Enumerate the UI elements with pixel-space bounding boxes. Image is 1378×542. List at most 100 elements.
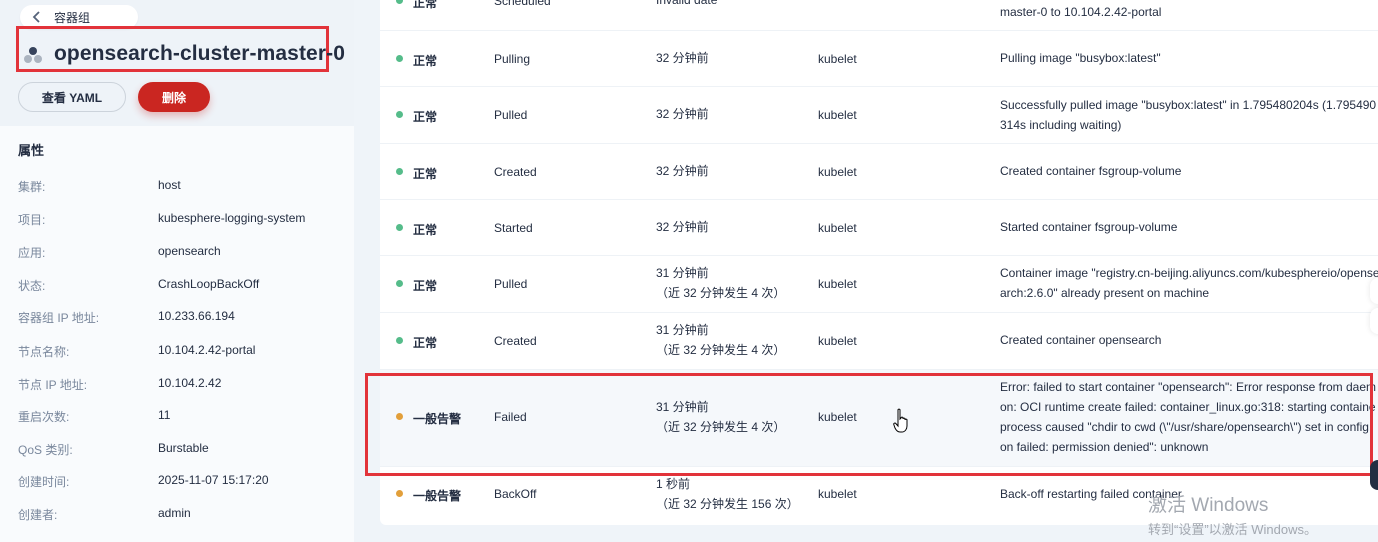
event-message-line: 314s including waiting)	[1000, 118, 1122, 132]
properties-heading: 属性	[18, 143, 45, 158]
event-source: kubelet	[818, 221, 857, 235]
page-title: opensearch-cluster-master-0	[54, 42, 345, 65]
property-key: 创建者:	[18, 508, 58, 522]
table-row: 正常 Started 32 分钟前 kubelet Started contai…	[380, 200, 1378, 256]
table-row: 正常 Pulled 31 分钟前 （近 32 分钟发生 4 次） kubelet …	[380, 256, 1378, 313]
pod-icon	[23, 45, 43, 65]
property-key: 项目:	[18, 213, 46, 227]
chevron-left-icon	[32, 11, 44, 23]
table-row: 正常 Created 32 分钟前 kubelet Created contai…	[380, 144, 1378, 200]
event-age-line: 31 分钟前	[656, 266, 709, 280]
event-type: 正常	[413, 0, 438, 10]
status-dot	[396, 280, 403, 287]
event-type: 正常	[413, 223, 438, 237]
property-value: kubesphere-logging-system	[158, 211, 306, 225]
event-type: 正常	[413, 167, 438, 181]
property-key: QoS 类别:	[18, 443, 73, 457]
status-dot	[396, 490, 403, 497]
event-message-line: arch:2.6.0" already present on machine	[1000, 286, 1210, 300]
property-value: admin	[158, 506, 191, 520]
event-source: kubelet	[818, 52, 857, 66]
event-reason: Pulled	[494, 277, 528, 291]
event-age: 32 分钟前	[656, 220, 709, 234]
event-age: 1 秒前 （近 32 分钟发生 156 次）	[656, 474, 799, 514]
property-value: 10.233.66.194	[158, 309, 235, 323]
event-type: 正常	[413, 279, 438, 293]
event-message: Container image "registry.cn-beijing.ali…	[1000, 263, 1378, 303]
property-value: 2025-11-07 15:17:20	[158, 473, 269, 487]
event-reason: Started	[494, 221, 533, 235]
property-key: 状态:	[18, 279, 46, 293]
event-type: 正常	[413, 336, 438, 350]
windows-activation-watermark: 激活 Windows 转到“设置”以激活 Windows。	[1148, 490, 1317, 538]
pod-detail-sidebar: 容器组 opensearch-cluster-master-0 查看 YAML …	[0, 0, 354, 542]
property-value: host	[158, 178, 181, 192]
side-tool-button[interactable]	[1370, 308, 1378, 334]
event-age-line: 31 分钟前	[656, 323, 709, 337]
side-tool-button[interactable]	[1370, 460, 1378, 490]
property-value: 11	[158, 408, 171, 422]
event-type: 正常	[413, 54, 438, 68]
property-value: CrashLoopBackOff	[158, 277, 260, 291]
event-reason: Pulled	[494, 108, 528, 122]
status-dot	[396, 0, 403, 4]
event-count: （近 32 分钟发生 156 次）	[656, 497, 799, 511]
event-reason: Pulling	[494, 52, 531, 66]
property-key: 集群:	[18, 180, 46, 194]
property-value: opensearch	[158, 244, 221, 258]
event-count: （近 32 分钟发生 4 次）	[656, 343, 786, 357]
property-value: Burstable	[158, 441, 209, 455]
table-row: 正常 Created 31 分钟前 （近 32 分钟发生 4 次） kubelet…	[380, 313, 1378, 370]
property-key: 重启次数:	[18, 410, 70, 424]
event-age: 32 分钟前	[656, 51, 709, 65]
activation-title: 激活 Windows	[1148, 495, 1269, 516]
property-value: 10.104.2.42	[158, 376, 222, 390]
event-reason: Created	[494, 334, 537, 348]
table-row: 正常 Pulling 32 分钟前 kubelet Pulling image …	[380, 31, 1378, 87]
event-source: kubelet	[818, 277, 857, 291]
side-tool-button[interactable]	[1370, 278, 1378, 304]
status-dot	[396, 224, 403, 231]
event-source: kubelet	[818, 165, 857, 179]
event-reason: Scheduled	[494, 0, 551, 8]
property-key: 节点名称:	[18, 345, 70, 359]
back-label: 容器组	[54, 10, 91, 25]
event-type: 一般告警	[413, 489, 462, 503]
property-key: 容器组 IP 地址:	[18, 311, 100, 325]
status-dot	[396, 55, 403, 62]
property-key: 创建时间:	[18, 475, 70, 489]
event-message-line: Successfully pulled image "busybox:lates…	[1000, 98, 1377, 112]
status-dot	[396, 168, 403, 175]
event-age: Invalid date	[656, 0, 718, 7]
event-reason: BackOff	[494, 487, 537, 501]
property-key: 节点 IP 地址:	[18, 378, 88, 392]
event-count: （近 32 分钟发生 4 次）	[656, 286, 786, 300]
event-message: Pulling image "busybox:latest"	[1000, 51, 1161, 65]
event-message: Created container opensearch	[1000, 333, 1162, 347]
event-source: kubelet	[818, 108, 857, 122]
status-dot	[396, 337, 403, 344]
event-age: 31 分钟前 （近 32 分钟发生 4 次）	[656, 320, 785, 360]
table-row: 正常 Pulled 32 分钟前 kubelet Successfully pu…	[380, 87, 1378, 144]
event-source: kubelet	[818, 334, 857, 348]
property-key: 应用:	[18, 246, 46, 260]
event-message: Successfully pulled image "busybox:lates…	[1000, 95, 1378, 135]
event-message-line: Container image "registry.cn-beijing.ali…	[1000, 266, 1378, 280]
delete-button[interactable]: 删除	[138, 82, 210, 112]
event-age: 32 分钟前	[656, 164, 709, 178]
property-value: 10.104.2.42-portal	[158, 343, 256, 357]
event-message: master-0 to 10.104.2.42-portal	[1000, 5, 1162, 19]
event-source: kubelet	[818, 487, 857, 501]
event-age: 32 分钟前	[656, 107, 709, 121]
activation-subtitle: 转到“设置”以激活 Windows。	[1148, 522, 1318, 537]
event-reason: Created	[494, 165, 537, 179]
event-message: Started container fsgroup-volume	[1000, 220, 1178, 234]
event-age: 31 分钟前 （近 32 分钟发生 4 次）	[656, 263, 785, 303]
event-message: Created container fsgroup-volume	[1000, 164, 1182, 178]
status-dot	[396, 111, 403, 118]
table-row: 正常 Scheduled Invalid date master-0 to 10…	[380, 0, 1378, 31]
failed-event-highlight-box	[365, 373, 1373, 476]
event-age-line: 1 秒前	[656, 477, 691, 491]
event-type: 正常	[413, 110, 438, 124]
view-yaml-button[interactable]: 查看 YAML	[18, 82, 126, 112]
